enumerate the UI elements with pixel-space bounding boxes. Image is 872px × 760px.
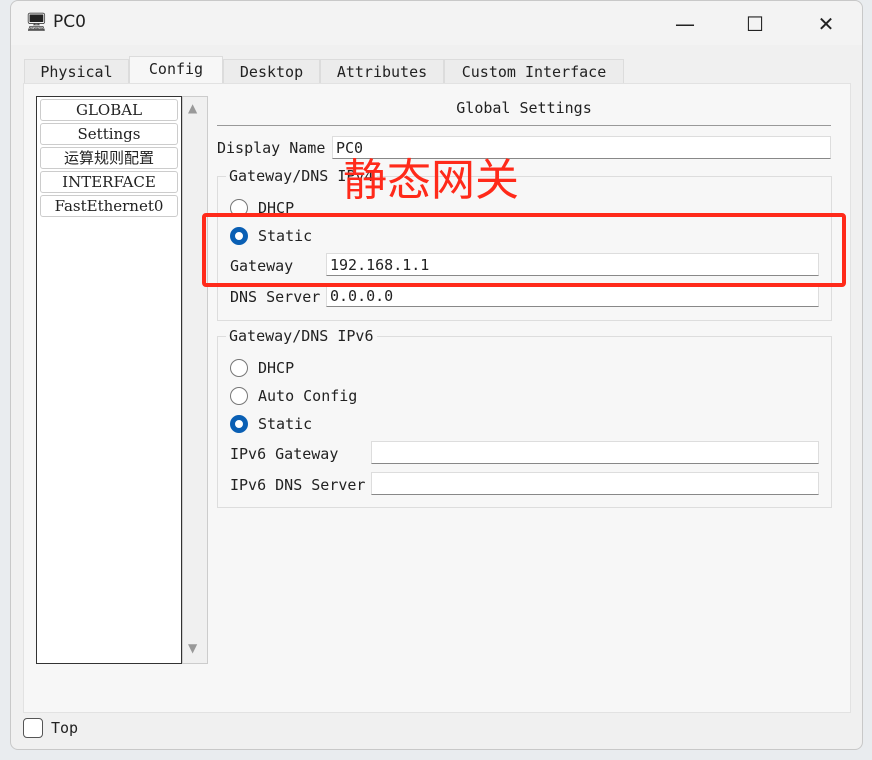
title-bar: 🖥 PC0 — ☐ ✕ [11, 1, 862, 45]
top-label: Top [51, 719, 79, 737]
ipv6-auto-config-radio[interactable] [230, 387, 248, 405]
dns-server-label: DNS Server [230, 288, 321, 306]
annotation-highlight-box [202, 213, 846, 287]
sidebar-list: GLOBAL Settings 运算规则配置 INTERFACE FastEth… [36, 96, 182, 664]
annotation-text: 静态网关 [343, 155, 519, 206]
maximize-button[interactable]: ☐ [733, 9, 777, 39]
top-checkbox[interactable] [23, 718, 43, 738]
ipv6-static-label: Static [258, 415, 313, 433]
ipv6-gateway-input[interactable] [371, 441, 819, 464]
scroll-down-icon[interactable]: ▼ [188, 641, 197, 655]
window-title: PC0 [53, 12, 86, 32]
tab-attributes[interactable]: Attributes [320, 59, 444, 84]
sidebar-item-settings[interactable]: Settings [40, 123, 178, 145]
sidebar-scrollbar[interactable]: ▲ ▼ [182, 96, 208, 664]
tab-physical[interactable]: Physical [24, 59, 129, 84]
display-name-label: Display Name [217, 139, 326, 157]
tab-desktop[interactable]: Desktop [223, 59, 320, 84]
sidebar-item-global[interactable]: GLOBAL [40, 99, 178, 121]
ipv6-gateway-label: IPv6 Gateway [230, 445, 339, 463]
close-button[interactable]: ✕ [804, 9, 848, 39]
pc0-window: 🖥 PC0 — ☐ ✕ Physical Config Desktop Attr… [10, 0, 863, 750]
sidebar-item-interface[interactable]: INTERFACE [40, 171, 178, 193]
ipv6-dns-server-label: IPv6 DNS Server [230, 476, 366, 494]
minimize-button[interactable]: — [663, 9, 707, 39]
sidebar-item-fastethernet0[interactable]: FastEthernet0 [40, 195, 178, 217]
global-settings-heading: Global Settings [217, 99, 831, 126]
tab-config[interactable]: Config [129, 56, 223, 85]
ipv6-dhcp-radio[interactable] [230, 359, 248, 377]
ipv6-auto-config-label: Auto Config [258, 387, 358, 405]
pc-icon: 🖥 [25, 12, 48, 33]
sidebar-item-rules[interactable]: 运算规则配置 [40, 147, 178, 169]
scroll-up-icon[interactable]: ▲ [188, 101, 197, 115]
ipv6-static-radio[interactable] [230, 415, 248, 433]
ipv6-legend: Gateway/DNS IPv6 [226, 327, 377, 345]
ipv6-dhcp-label: DHCP [258, 359, 295, 377]
tab-custom-interface[interactable]: Custom Interface [444, 59, 624, 84]
dns-server-input[interactable]: 0.0.0.0 [326, 284, 819, 307]
ipv6-dns-server-input[interactable] [371, 472, 819, 495]
